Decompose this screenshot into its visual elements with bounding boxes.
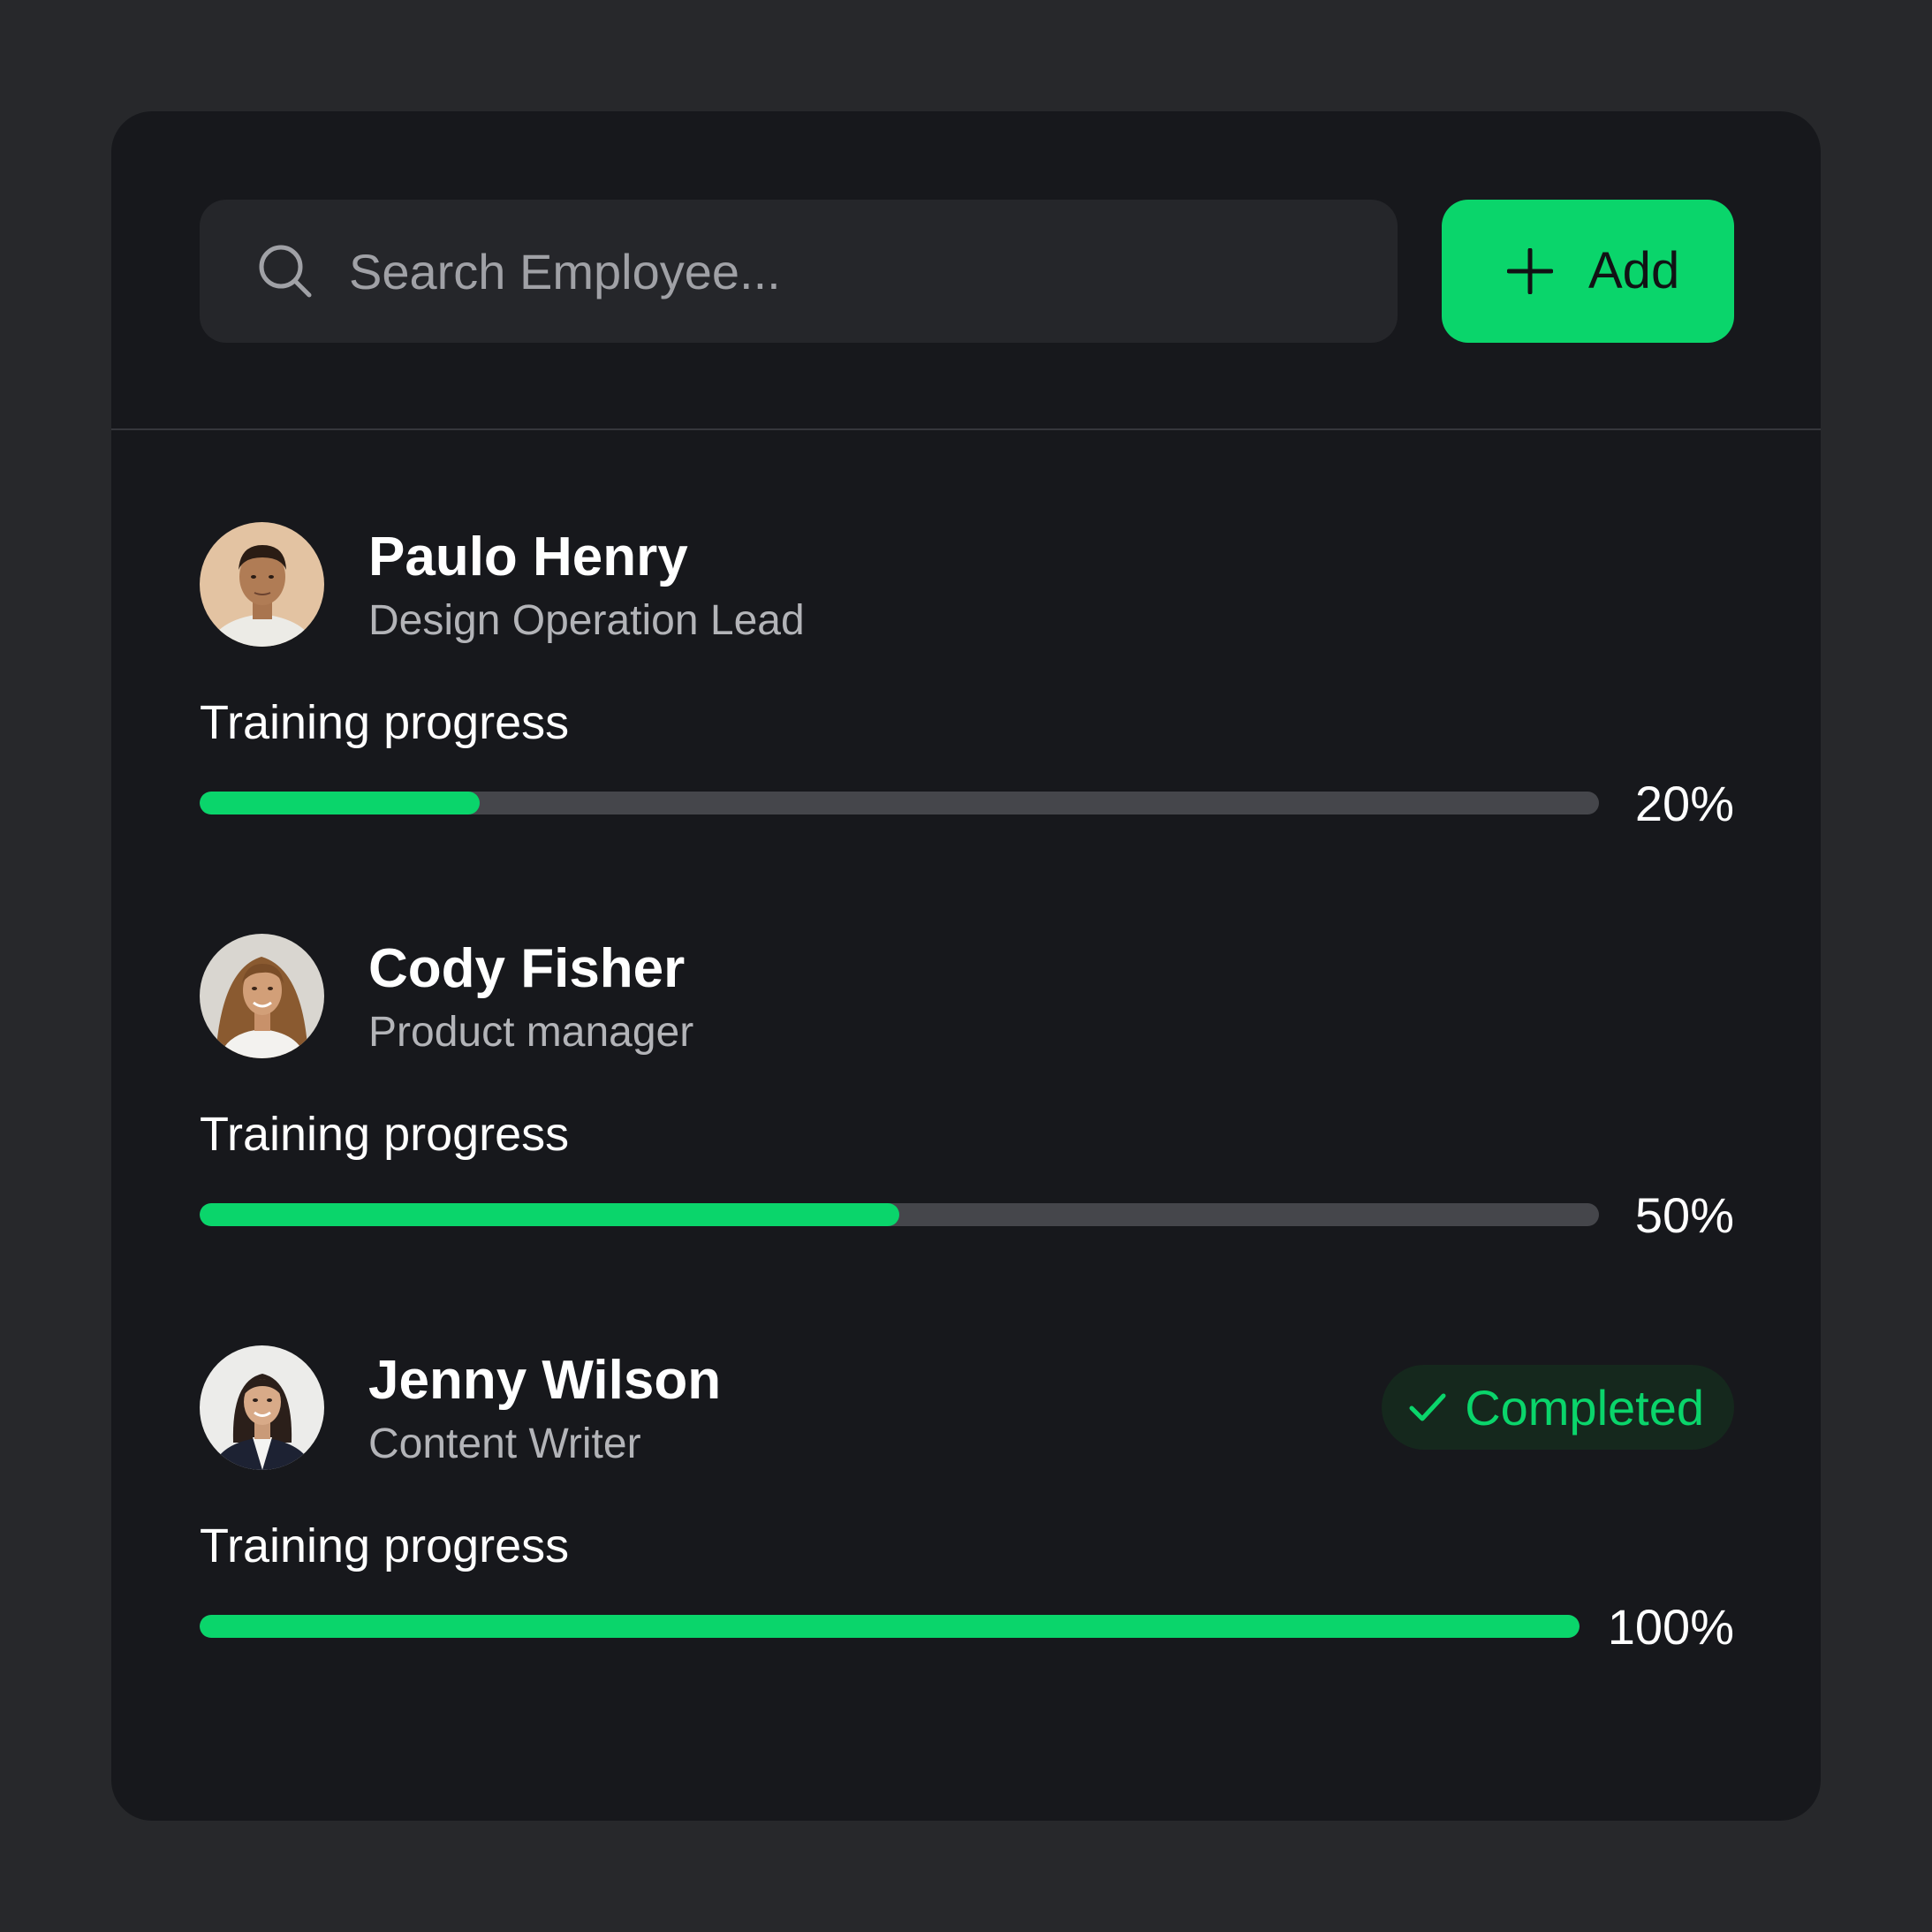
progress-fill	[200, 792, 480, 814]
toolbar: Add	[111, 111, 1821, 428]
employee-name: Paulo Henry	[368, 527, 688, 587]
search-input[interactable]	[349, 200, 1365, 343]
employee-item[interactable]: Jenny Wilson Content Writer Completed Tr…	[200, 1345, 1734, 1681]
employee-role: Content Writer	[368, 1421, 641, 1467]
search-box[interactable]	[200, 200, 1398, 343]
employee-item[interactable]: Paulo Henry Design Operation Lead Traini…	[200, 522, 1734, 858]
employee-name: Jenny Wilson	[368, 1350, 722, 1411]
progress-track	[200, 1615, 1580, 1638]
check-icon	[1409, 1393, 1446, 1421]
employee-role: Product manager	[368, 1009, 694, 1056]
avatar	[200, 1345, 324, 1470]
progress-label: Training progress	[200, 696, 570, 749]
search-icon	[259, 245, 312, 298]
employee-name: Cody Fisher	[368, 938, 686, 999]
employee-item[interactable]: Cody Fisher Product manager Training pro…	[200, 934, 1734, 1269]
add-button-label: Add	[1588, 242, 1680, 299]
plus-icon	[1507, 248, 1553, 294]
employee-training-card: Add Paulo Henry Design Operation Lead Tr…	[111, 111, 1821, 1821]
avatar	[200, 934, 324, 1058]
add-employee-button[interactable]: Add	[1442, 200, 1734, 343]
status-badge-label: Completed	[1465, 1379, 1704, 1436]
progress-track	[200, 792, 1599, 814]
status-badge: Completed	[1382, 1365, 1734, 1450]
employee-role: Design Operation Lead	[368, 597, 805, 644]
progress-label: Training progress	[200, 1108, 570, 1161]
progress-percent: 50%	[1634, 1187, 1734, 1243]
progress-label: Training progress	[200, 1519, 570, 1572]
progress-fill	[200, 1203, 899, 1226]
progress-track	[200, 1203, 1599, 1226]
avatar	[200, 522, 324, 647]
progress-percent: 20%	[1634, 776, 1734, 831]
progress-percent: 100%	[1607, 1599, 1734, 1655]
progress-fill	[200, 1615, 1580, 1638]
divider	[111, 428, 1821, 430]
